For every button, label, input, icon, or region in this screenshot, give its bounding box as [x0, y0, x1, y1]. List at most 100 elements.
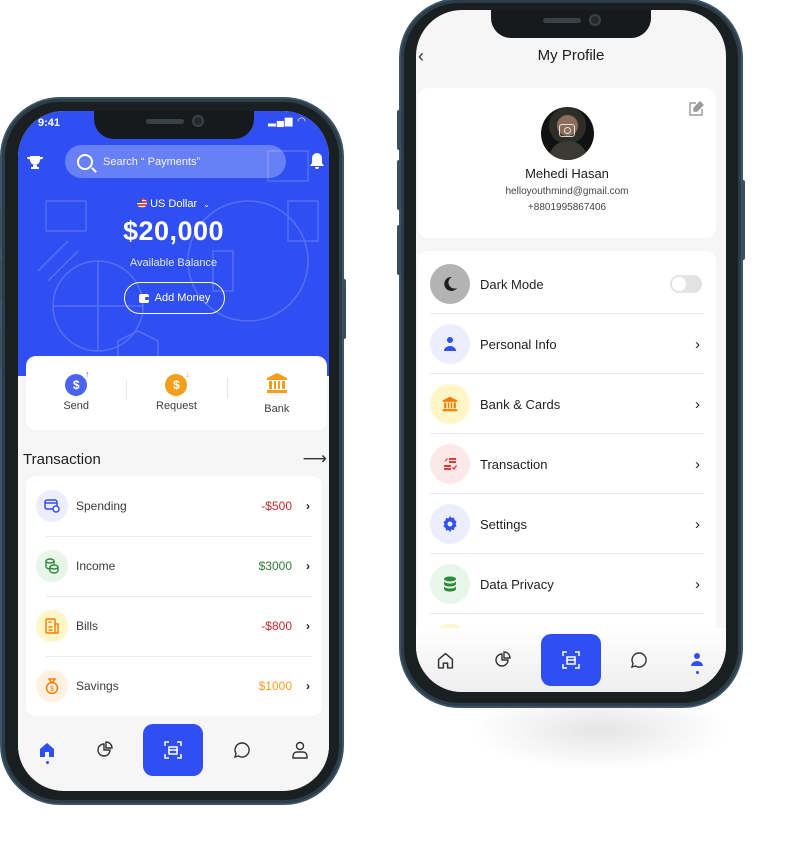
- active-indicator: [45, 761, 49, 764]
- scan-button[interactable]: [541, 634, 601, 686]
- moon-icon: [430, 264, 470, 304]
- home-screen: 9:41 ▂▄▆ ◠ Search “ Payments” US Dollar …: [18, 111, 329, 791]
- tab-messages[interactable]: [619, 640, 659, 680]
- menu-item-settings[interactable]: Settings ›: [430, 494, 704, 554]
- power-button: [741, 180, 745, 260]
- profile-phone: +8801995867406: [527, 202, 607, 213]
- status-time: 9:41: [38, 117, 61, 129]
- menu-label: Dark Mode: [480, 276, 544, 292]
- trophy-icon[interactable]: [26, 154, 46, 174]
- tab-profile[interactable]: [677, 640, 717, 680]
- user-icon: [691, 653, 703, 666]
- edit-icon[interactable]: [688, 101, 704, 117]
- menu-item-bank-cards[interactable]: Bank & Cards ›: [430, 374, 704, 434]
- tab-analytics[interactable]: [85, 730, 125, 770]
- svg-text:$: $: [50, 686, 54, 693]
- dollar-send-icon: $ ↑: [65, 369, 93, 396]
- camera-icon: [559, 124, 575, 137]
- database-icon: [430, 564, 470, 604]
- mute-switch: [397, 225, 401, 275]
- dollar-request-icon: $ ↓: [165, 369, 193, 396]
- status-signal-wifi-icons: ▂▄▆ ◠: [268, 116, 307, 127]
- transaction-row-bills[interactable]: Bills -$800 ›: [26, 596, 322, 656]
- home-icon: [437, 652, 453, 669]
- transfer-icon: [430, 444, 470, 484]
- search-placeholder: Search “ Payments”: [103, 155, 201, 168]
- bank-action[interactable]: Bank: [226, 372, 327, 415]
- transaction-name: Savings: [76, 679, 119, 693]
- coins-icon: [36, 550, 68, 582]
- profile-card: Mehedi Hasan helloyouthmind@gmail.com +8…: [418, 88, 716, 238]
- home-icon: [40, 743, 55, 757]
- transaction-row-income[interactable]: Income $3000 ›: [26, 536, 322, 596]
- transaction-amount: $3000: [258, 559, 292, 573]
- tab-home[interactable]: [425, 640, 465, 680]
- scan-button[interactable]: [143, 724, 204, 776]
- transaction-row-savings[interactable]: $ Savings $1000 ›: [26, 656, 322, 716]
- avatar[interactable]: [541, 107, 594, 160]
- menu-item-transaction[interactable]: Transaction ›: [430, 434, 704, 494]
- chevron-right-icon: ›: [306, 679, 310, 693]
- money-bag-icon: $: [36, 670, 68, 702]
- transaction-name: Bills: [76, 619, 99, 633]
- bank-icon: [266, 372, 287, 393]
- chevron-right-icon: ›: [306, 499, 310, 513]
- chevron-right-icon: ›: [695, 515, 700, 533]
- balance-label: Available Balance: [129, 257, 218, 269]
- balance-hero: Search “ Payments” US Dollar ⌄ $20,000 A…: [18, 111, 329, 376]
- bell-icon[interactable]: [309, 152, 325, 175]
- phone-home: 9:41 ▂▄▆ ◠ Search “ Payments” US Dollar …: [0, 99, 346, 803]
- add-money-label: Add Money: [154, 292, 211, 304]
- notch: [491, 10, 651, 38]
- pie-chart-icon: [97, 741, 113, 757]
- currency-label: US Dollar: [150, 198, 198, 210]
- power-button: [342, 279, 346, 339]
- transaction-name: Income: [76, 559, 116, 573]
- menu-label: Settings: [480, 516, 527, 532]
- chat-icon: [630, 652, 647, 669]
- profile-email: helloyouthmind@gmail.com: [505, 186, 629, 197]
- menu-label: Transaction: [480, 456, 548, 472]
- us-flag-icon: [137, 198, 148, 208]
- chat-icon: [233, 742, 250, 759]
- chevron-right-icon: ›: [695, 455, 700, 473]
- bank-icon: [430, 384, 470, 424]
- quick-actions: $ ↑ Send $ ↓ Request Bank: [26, 356, 327, 430]
- scan-icon: [164, 741, 183, 759]
- add-money-button[interactable]: Add Money: [124, 282, 225, 314]
- chevron-right-icon: ›: [695, 335, 700, 353]
- profile-menu: Dark Mode Personal Info › Bank & Cards ›: [418, 251, 716, 651]
- profile-screen: ‹ My Profile Mehedi Hasan helloyouthmind…: [416, 10, 726, 692]
- bank-label: Bank: [264, 402, 290, 415]
- dark-mode-toggle[interactable]: [670, 275, 702, 293]
- send-action[interactable]: $ ↑ Send: [26, 369, 126, 412]
- transaction-name: Spending: [76, 499, 127, 513]
- chevron-right-icon: ›: [306, 559, 310, 573]
- arrow-right-icon[interactable]: ⟶: [303, 449, 327, 469]
- wallet-icon: [138, 293, 149, 303]
- menu-item-personal-info[interactable]: Personal Info ›: [430, 314, 704, 374]
- currency-selector[interactable]: US Dollar ⌄: [18, 198, 329, 210]
- tab-profile[interactable]: [280, 730, 320, 770]
- gear-icon: [430, 504, 470, 544]
- tab-messages[interactable]: [222, 730, 262, 770]
- menu-item-data-privacy[interactable]: Data Privacy ›: [430, 554, 704, 614]
- search-input[interactable]: Search “ Payments”: [65, 145, 286, 178]
- request-action[interactable]: $ ↓ Request: [126, 369, 226, 412]
- volume-up-button: [397, 110, 401, 150]
- chevron-right-icon: ›: [306, 619, 310, 633]
- tab-analytics[interactable]: [483, 640, 523, 680]
- transaction-list: Spending -$500 › Income $3000 › Bills -$…: [26, 476, 322, 716]
- bottom-tab-bar: [18, 723, 329, 777]
- send-label: Send: [63, 400, 90, 412]
- transaction-amount: -$500: [261, 499, 292, 513]
- bottom-tab-bar: [416, 628, 726, 692]
- profile-name: Mehedi Hasan: [525, 166, 609, 181]
- search-icon: [77, 153, 93, 170]
- tab-home[interactable]: [27, 730, 67, 770]
- volume-up-button: [0, 209, 2, 249]
- transaction-amount: -$800: [261, 619, 292, 633]
- transaction-row-spending[interactable]: Spending -$500 ›: [26, 476, 322, 536]
- menu-label: Personal Info: [480, 336, 557, 352]
- card-icon: [36, 490, 68, 522]
